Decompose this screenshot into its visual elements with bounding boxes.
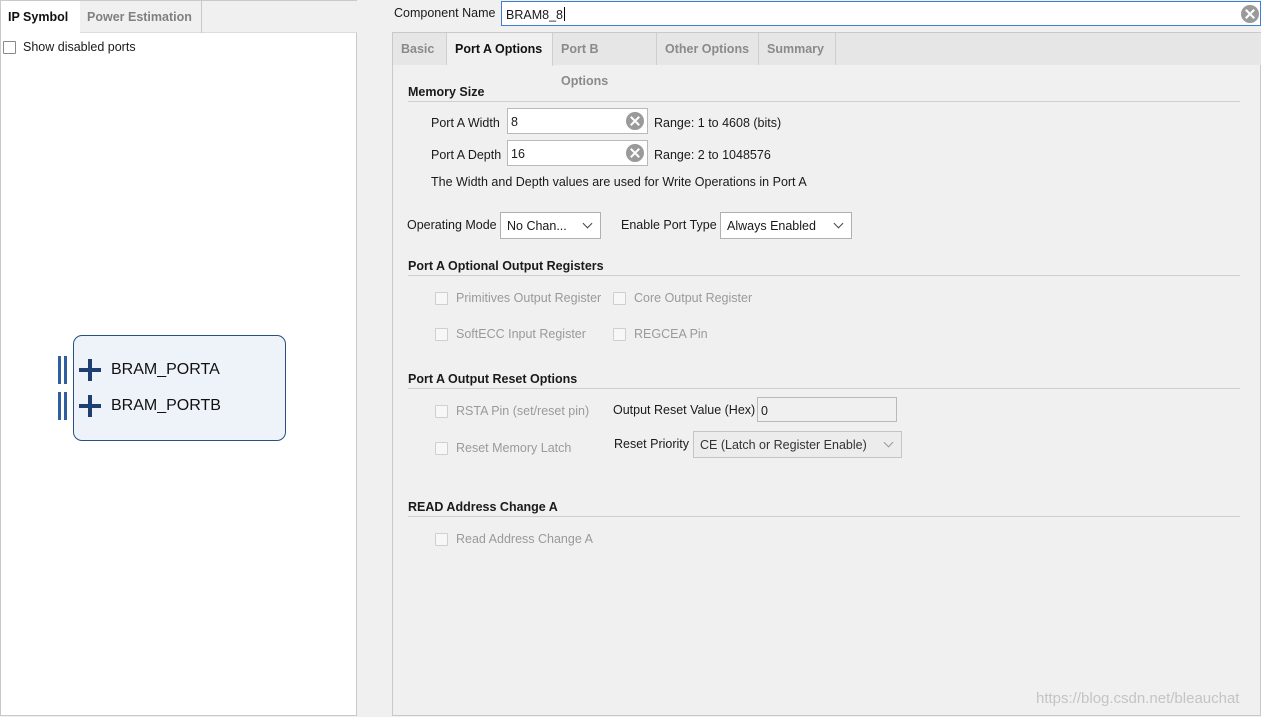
chevron-down-icon bbox=[883, 437, 894, 448]
reset-memory-latch-label: Reset Memory Latch bbox=[456, 441, 572, 455]
port-label: BRAM_PORTB bbox=[111, 397, 221, 414]
show-disabled-ports-checkbox[interactable] bbox=[3, 40, 16, 54]
port-porta[interactable]: BRAM_PORTA bbox=[57, 356, 220, 384]
reset-memory-latch-checkbox[interactable] bbox=[435, 441, 448, 455]
enable-port-type-dropdown[interactable]: Always Enabled bbox=[720, 212, 852, 239]
clear-icon[interactable] bbox=[626, 112, 644, 130]
section-divider bbox=[408, 101, 1240, 102]
ip-symbol-frame: IP Symbol Power Estimation Show disabled… bbox=[0, 0, 357, 716]
tab-port-a-options[interactable]: Port A Options bbox=[447, 33, 553, 66]
expand-plus-icon[interactable] bbox=[79, 395, 101, 417]
softecc-input-register-label: SoftECC Input Register bbox=[456, 327, 586, 341]
tab-basic[interactable]: Basic bbox=[393, 33, 447, 65]
operating-mode-dropdown[interactable]: No Chan... bbox=[500, 212, 601, 239]
primitives-output-register-option[interactable]: Primitives Output Register bbox=[435, 290, 601, 306]
port-connector-icon bbox=[57, 392, 69, 420]
output-reset-value-label: Output Reset Value (Hex) bbox=[613, 403, 756, 417]
read-address-change-a-checkbox[interactable] bbox=[435, 532, 448, 546]
ip-block-symbol bbox=[73, 335, 286, 441]
port-a-width-label: Port A Width bbox=[431, 116, 500, 130]
chevron-down-icon bbox=[833, 218, 844, 229]
tab-ip-symbol[interactable]: IP Symbol bbox=[1, 1, 80, 34]
show-disabled-ports-label: Show disabled ports bbox=[23, 40, 136, 54]
output-reset-options-title: Port A Output Reset Options bbox=[408, 372, 578, 386]
component-name-value: BRAM8_8 bbox=[506, 8, 563, 22]
port-a-depth-range: Range: 2 to 1048576 bbox=[654, 148, 771, 162]
rsta-pin-option[interactable]: RSTA Pin (set/reset pin) bbox=[435, 403, 589, 419]
left-tab-strip: IP Symbol Power Estimation bbox=[1, 1, 357, 34]
enable-port-type-label: Enable Port Type bbox=[621, 218, 717, 232]
port-a-width-range: Range: 1 to 4608 (bits) bbox=[654, 116, 782, 130]
tab-power-estimation[interactable]: Power Estimation bbox=[80, 1, 202, 33]
output-reset-value-input[interactable]: 0 bbox=[757, 397, 897, 422]
reset-priority-dropdown[interactable]: CE (Latch or Register Enable) bbox=[693, 431, 902, 458]
port-portb[interactable]: BRAM_PORTB bbox=[57, 392, 221, 420]
optional-output-registers-title: Port A Optional Output Registers bbox=[408, 259, 604, 273]
tab-other-options[interactable]: Other Options bbox=[657, 33, 759, 65]
chevron-down-icon bbox=[582, 218, 593, 229]
component-name-label: Component Name bbox=[394, 6, 496, 20]
clear-icon[interactable] bbox=[1241, 5, 1259, 23]
width-depth-note: The Width and Depth values are used for … bbox=[431, 175, 807, 189]
operating-mode-label: Operating Mode bbox=[407, 218, 497, 232]
reset-priority-value: CE (Latch or Register Enable) bbox=[700, 438, 867, 452]
options-tab-strip: Basic Port A Options Port B Options Othe… bbox=[393, 33, 1261, 88]
memory-size-title: Memory Size bbox=[408, 85, 485, 99]
regcea-pin-checkbox[interactable] bbox=[613, 327, 626, 341]
regcea-pin-label: REGCEA Pin bbox=[634, 327, 708, 341]
configuration-panel: Component Name BRAM8_8 Basic Port A Opti… bbox=[388, 0, 1261, 717]
read-address-change-a-label: Read Address Change A bbox=[456, 532, 593, 546]
tab-summary[interactable]: Summary bbox=[759, 33, 836, 65]
tab-port-b-options[interactable]: Port B Options bbox=[553, 33, 657, 88]
port-connector-icon bbox=[57, 356, 69, 384]
read-address-change-title: READ Address Change A bbox=[408, 500, 558, 514]
reset-memory-latch-option[interactable]: Reset Memory Latch bbox=[435, 440, 571, 456]
primitives-output-register-label: Primitives Output Register bbox=[456, 291, 602, 305]
core-output-register-option[interactable]: Core Output Register bbox=[613, 290, 752, 306]
component-name-input[interactable]: BRAM8_8 bbox=[501, 1, 1261, 26]
primitives-output-register-checkbox[interactable] bbox=[435, 291, 448, 305]
softecc-input-register-checkbox[interactable] bbox=[435, 327, 448, 341]
port-a-depth-label: Port A Depth bbox=[431, 148, 502, 162]
show-disabled-ports-toggle[interactable]: Show disabled ports bbox=[3, 39, 136, 55]
port-label: BRAM_PORTA bbox=[111, 361, 220, 378]
options-frame: Basic Port A Options Port B Options Othe… bbox=[392, 32, 1261, 716]
watermark: https://blog.csdn.net/bleauchat bbox=[1036, 690, 1240, 707]
section-divider bbox=[408, 275, 1240, 276]
core-output-register-checkbox[interactable] bbox=[613, 291, 626, 305]
reset-priority-label: Reset Priority bbox=[614, 437, 690, 451]
enable-port-type-value: Always Enabled bbox=[727, 219, 816, 233]
expand-plus-icon[interactable] bbox=[79, 359, 101, 381]
port-a-width-input[interactable]: 8 bbox=[507, 108, 648, 134]
text-caret bbox=[563, 7, 565, 21]
operating-mode-value: No Chan... bbox=[507, 219, 567, 233]
section-divider bbox=[408, 388, 1240, 389]
ip-symbol-panel: IP Symbol Power Estimation Show disabled… bbox=[0, 0, 358, 717]
section-divider bbox=[408, 516, 1240, 517]
core-output-register-label: Core Output Register bbox=[634, 291, 753, 305]
read-address-change-a-option[interactable]: Read Address Change A bbox=[435, 531, 593, 547]
rsta-pin-label: RSTA Pin (set/reset pin) bbox=[456, 404, 590, 418]
softecc-input-register-option[interactable]: SoftECC Input Register bbox=[435, 326, 586, 342]
port-a-depth-value: 16 bbox=[511, 147, 525, 161]
port-a-depth-input[interactable]: 16 bbox=[507, 140, 648, 166]
clear-icon[interactable] bbox=[626, 144, 644, 162]
regcea-pin-option[interactable]: REGCEA Pin bbox=[613, 326, 708, 342]
rsta-pin-checkbox[interactable] bbox=[435, 404, 448, 418]
output-reset-value: 0 bbox=[761, 404, 768, 418]
component-name-row: Component Name BRAM8_8 bbox=[388, 0, 1261, 28]
port-a-width-value: 8 bbox=[511, 115, 518, 129]
